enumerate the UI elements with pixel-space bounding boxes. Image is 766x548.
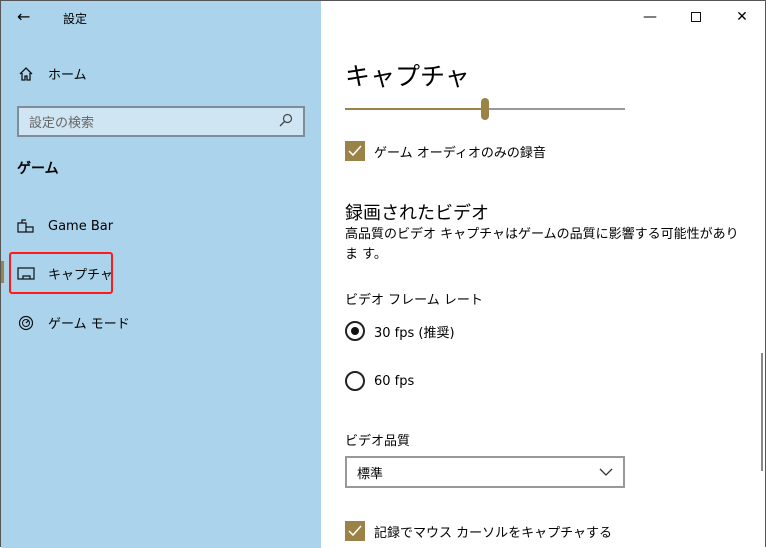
game-mode-icon [17, 314, 35, 332]
check-icon [345, 141, 365, 161]
back-button[interactable]: ← [17, 7, 30, 26]
quality-label: ビデオ品質 [345, 434, 411, 449]
game-bar-icon [17, 217, 35, 235]
cursor-label: 記録でマウス カーソルをキャプチャする [374, 525, 613, 541]
audio-only-checkbox[interactable]: ゲーム オーディオのみの録音 [345, 141, 546, 161]
capture-label: キャプチャ [48, 268, 113, 283]
window-title: 設定 [63, 12, 88, 26]
close-button[interactable]: ✕ [719, 1, 765, 33]
game-bar-label: Game Bar [48, 218, 114, 234]
capture-icon [17, 265, 35, 283]
search-placeholder: 設定の検索 [29, 116, 95, 131]
chevron-down-icon [599, 465, 613, 480]
sidebar-item-game-mode[interactable]: ゲーム モード [17, 313, 130, 332]
section-heading: ゲーム [17, 161, 59, 177]
sidebar-item-capture[interactable]: キャプチャ [17, 264, 113, 283]
cursor-checkbox[interactable]: 記録でマウス カーソルをキャプチャする [345, 521, 612, 541]
audio-only-label: ゲーム オーディオのみの録音 [374, 145, 546, 161]
content: — ✕ キャプチャ ゲーム オーディオのみの録音 録画されたビデオ 高品質のビデ… [321, 1, 765, 548]
sidebar: ← 設定 ホーム 設定の検索 ゲーム Game Bar キャプチャ ゲーム モー… [1, 1, 321, 548]
quality-value: 標準 [357, 466, 384, 482]
page-title: キャプチャ [345, 62, 470, 91]
minimize-button[interactable]: — [627, 1, 673, 33]
search-icon [279, 113, 293, 131]
framerate-label: ビデオ フレーム レート [345, 293, 483, 308]
game-mode-label: ゲーム モード [48, 317, 130, 332]
recorded-description: 高品質のビデオ キャプチャはゲームの品質に影響する可能性がありま す。 [345, 227, 739, 262]
radio-30fps[interactable]: 30 fps (推奨) [345, 321, 455, 341]
check-icon [345, 521, 365, 541]
scrollbar[interactable] [761, 353, 763, 471]
fps30-label: 30 fps (推奨) [374, 325, 455, 341]
slider-fill [345, 108, 485, 110]
home-icon [17, 65, 35, 83]
search-input[interactable]: 設定の検索 [17, 106, 305, 137]
slider-thumb[interactable] [481, 98, 489, 120]
fps60-label: 60 fps [374, 373, 415, 389]
radio-selected-icon [345, 321, 365, 341]
quality-dropdown[interactable]: 標準 [345, 456, 625, 488]
sidebar-item-game-bar[interactable]: Game Bar [17, 217, 113, 235]
home-label: ホーム [48, 68, 87, 83]
maximize-button[interactable] [673, 1, 719, 33]
recorded-heading: 録画されたビデオ [345, 203, 489, 224]
volume-slider[interactable] [345, 97, 625, 121]
selection-indicator [1, 261, 4, 283]
sidebar-item-home[interactable]: ホーム [17, 64, 87, 83]
radio-60fps[interactable]: 60 fps [345, 371, 414, 391]
radio-unselected-icon [345, 371, 365, 391]
